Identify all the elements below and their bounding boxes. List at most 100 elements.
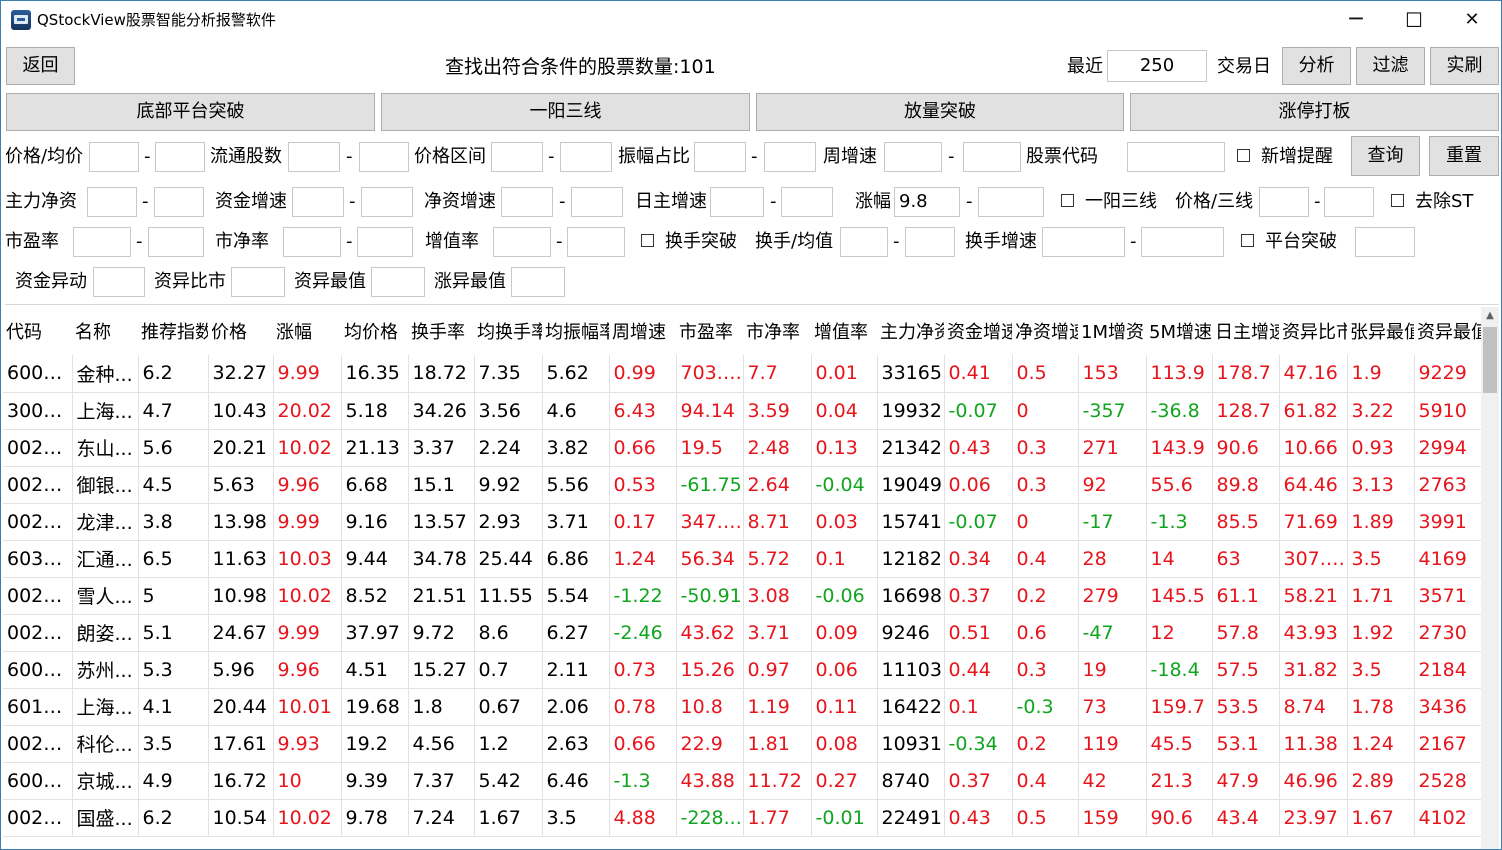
- table-row[interactable]: 6031... 汇通... 6.5 11.63 10.03 9.44 34.78 25.44 6…: [3, 540, 1481, 578]
- column-header[interactable]: 均价格: [341, 307, 408, 355]
- column-header[interactable]: 资异最值: [1414, 307, 1481, 355]
- stock-code-input[interactable]: [1127, 142, 1225, 172]
- table-row[interactable]: 0026... 朗姿... 5.1 24.67 9.99 37.97 9.72 8.6 6.27…: [3, 614, 1481, 652]
- pb-min-input[interactable]: [283, 227, 341, 257]
- column-header[interactable]: 推荐指数: [138, 307, 208, 355]
- remove-st-checkbox[interactable]: [1391, 194, 1404, 207]
- column-header[interactable]: 资异比市: [1279, 307, 1347, 355]
- column-header[interactable]: 涨幅: [273, 307, 341, 355]
- day-main-speed-max-input[interactable]: [781, 187, 833, 217]
- table-row[interactable]: 0024... 科伦... 3.5 17.61 9.93 19.2 4.56 1.2 2.63 0…: [3, 725, 1481, 763]
- net-speed-max-input[interactable]: [571, 187, 623, 217]
- column-header[interactable]: 日主增速: [1212, 307, 1279, 355]
- pe-max-input[interactable]: [148, 227, 204, 257]
- main-net-max-input[interactable]: [154, 187, 204, 217]
- fund-max-input[interactable]: [371, 267, 425, 297]
- fund-speed-min-input[interactable]: [292, 187, 344, 217]
- turnover-speed-max-input[interactable]: [1141, 227, 1224, 257]
- column-header[interactable]: 均振幅率: [542, 307, 609, 355]
- table-cell: 0.04: [811, 392, 878, 430]
- table-row[interactable]: 0026... 雪人... 5 10.98 10.02 8.52 21.51 11.55 5.5…: [3, 577, 1481, 615]
- table-row[interactable]: 0023... 东山... 5.6 20.21 10.02 21.13 3.37 2.24 3.…: [3, 429, 1481, 467]
- fund-speed-max-input[interactable]: [361, 187, 413, 217]
- table-cell: 2.93: [474, 503, 543, 541]
- column-header[interactable]: 周增速: [609, 307, 676, 355]
- strategy-bottom-platform-button[interactable]: 底部平台突破: [6, 93, 375, 131]
- column-header[interactable]: 代码: [3, 307, 72, 355]
- price-three-line-max-input[interactable]: [1324, 187, 1374, 217]
- recent-days-input[interactable]: 250: [1107, 50, 1207, 82]
- column-header[interactable]: 换手率: [408, 307, 474, 355]
- turnover-avg-max-input[interactable]: [905, 227, 955, 257]
- yiyang-sanxian-checkbox[interactable]: [1061, 194, 1074, 207]
- column-header[interactable]: 均换手率: [474, 307, 542, 355]
- table-row[interactable]: 3000... 上海... 4.7 10.43 20.02 5.18 34.26 3.56 4.…: [3, 392, 1481, 430]
- price-range-min-input[interactable]: [491, 142, 543, 172]
- amplitude-min-input[interactable]: [694, 142, 746, 172]
- turnover-speed-min-input[interactable]: [1042, 227, 1125, 257]
- table-cell: -0.04: [811, 466, 878, 504]
- live-refresh-button[interactable]: 实刷: [1430, 47, 1499, 85]
- week-speed-min-input[interactable]: [884, 142, 942, 172]
- platform-break-checkbox[interactable]: [1241, 234, 1254, 247]
- day-main-speed-min-input[interactable]: [710, 187, 764, 217]
- rise-max-input[interactable]: [511, 267, 565, 297]
- fund-ratio-input[interactable]: [231, 267, 285, 297]
- table-row[interactable]: 6007... 苏州... 5.3 5.96 9.96 4.51 15.27 0.7 2.11 0…: [3, 651, 1481, 689]
- growth-min-input[interactable]: [493, 227, 551, 257]
- table-row[interactable]: 6001... 金种... 6.2 32.27 9.99 16.35 18.72 7.35 5.…: [3, 355, 1481, 393]
- column-header[interactable]: 价格: [208, 307, 273, 355]
- column-header[interactable]: 资金增速: [944, 307, 1012, 355]
- turnover-avg-min-input[interactable]: [840, 227, 888, 257]
- rise-min-input[interactable]: 9.8: [894, 187, 960, 217]
- column-header[interactable]: 1M增资: [1078, 307, 1146, 355]
- table-row[interactable]: 0027... 龙津... 3.8 13.98 9.99 9.16 13.57 2.93 3.7…: [3, 503, 1481, 541]
- table-row[interactable]: 0021... 御银... 4.5 5.63 9.96 6.68 15.1 9.92 5.56 0…: [3, 466, 1481, 504]
- net-speed-min-input[interactable]: [501, 187, 553, 217]
- stock-results-table[interactable]: 代码名称推荐指数价格涨幅均价格换手率均换手率均振幅率周增速市盈率市净率增值率主力…: [3, 307, 1481, 849]
- column-header[interactable]: 市盈率: [676, 307, 743, 355]
- week-speed-max-input[interactable]: [963, 142, 1021, 172]
- fund-change-input[interactable]: [93, 267, 145, 297]
- main-net-min-input[interactable]: [87, 187, 137, 217]
- back-button[interactable]: 返回: [6, 47, 75, 85]
- turnover-break-checkbox[interactable]: [641, 234, 654, 247]
- filter-button[interactable]: 过滤: [1356, 47, 1425, 85]
- column-header[interactable]: 增值率: [811, 307, 877, 355]
- vertical-scrollbar[interactable]: ▲: [1481, 307, 1499, 849]
- column-header[interactable]: 市净率: [743, 307, 811, 355]
- price-range-max-input[interactable]: [560, 142, 612, 172]
- column-header[interactable]: 张异最值: [1347, 307, 1414, 355]
- float-shares-min-input[interactable]: [288, 142, 340, 172]
- strategy-limit-up-button[interactable]: 涨停打板: [1130, 93, 1499, 131]
- rise-max-input[interactable]: [978, 187, 1044, 217]
- pb-max-input[interactable]: [357, 227, 413, 257]
- scrollbar-thumb[interactable]: [1483, 327, 1497, 393]
- price-avg-max-input[interactable]: [155, 142, 205, 172]
- amplitude-max-input[interactable]: [764, 142, 816, 172]
- table-row[interactable]: 6008... 京城... 4.9 16.72 10 9.39 7.37 5.42 6.46 -1…: [3, 762, 1481, 800]
- minimize-button[interactable]: ─: [1327, 1, 1385, 39]
- close-button[interactable]: ✕: [1443, 1, 1501, 39]
- analyze-button[interactable]: 分析: [1282, 47, 1351, 85]
- maximize-button[interactable]: ☐: [1385, 1, 1443, 39]
- reset-button[interactable]: 重置: [1429, 136, 1499, 176]
- table-row[interactable]: 0026... 国盛... 6.2 10.54 10.02 9.78 7.24 1.67 3.5…: [3, 799, 1481, 837]
- column-header[interactable]: 主力净资: [877, 307, 944, 355]
- price-avg-min-input[interactable]: [89, 142, 139, 172]
- strategy-volume-breakout-button[interactable]: 放量突破: [756, 93, 1124, 131]
- query-button[interactable]: 查询: [1351, 136, 1420, 176]
- strategy-yiyang-sanxian-button[interactable]: 一阳三线: [381, 93, 750, 131]
- platform-break-input[interactable]: [1355, 227, 1415, 257]
- pe-min-input[interactable]: [73, 227, 131, 257]
- table-row[interactable]: 6016... 上海... 4.1 20.44 10.01 19.68 1.8 0.67 2.0…: [3, 688, 1481, 726]
- column-header[interactable]: 净资增速: [1012, 307, 1078, 355]
- scroll-up-arrow-icon[interactable]: ▲: [1481, 307, 1499, 325]
- price-three-line-min-input[interactable]: [1259, 187, 1309, 217]
- column-header[interactable]: 5M增速: [1146, 307, 1212, 355]
- table-cell: 10931: [877, 725, 945, 763]
- column-header[interactable]: 名称: [72, 307, 138, 355]
- float-shares-max-input[interactable]: [359, 142, 409, 172]
- growth-max-input[interactable]: [567, 227, 625, 257]
- new-alert-checkbox[interactable]: [1237, 149, 1250, 162]
